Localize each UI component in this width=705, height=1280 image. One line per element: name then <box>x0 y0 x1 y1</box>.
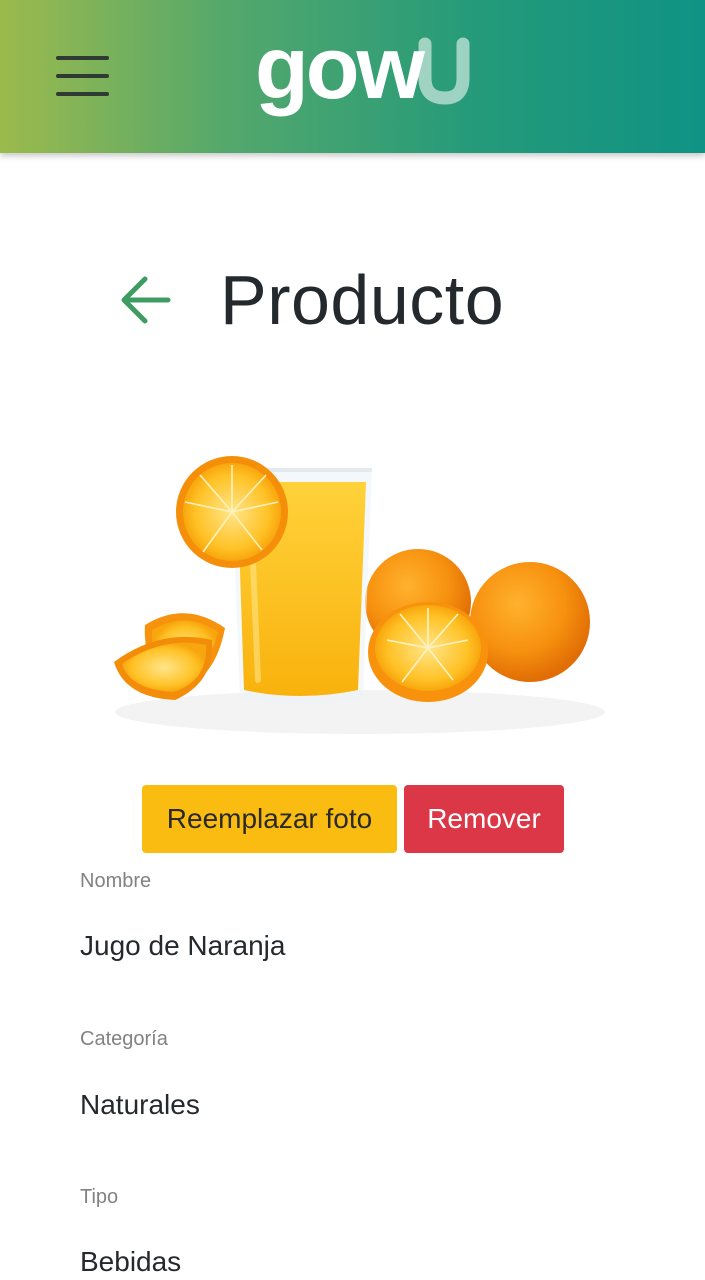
page-title: Producto <box>220 261 505 339</box>
arrow-left-icon <box>121 276 171 324</box>
product-image <box>114 456 605 734</box>
field-label-tipo: Tipo <box>80 1186 119 1208</box>
hamburger-menu-icon[interactable] <box>48 46 118 106</box>
gow-logo: gow <box>255 30 470 117</box>
field-value-nombre[interactable]: Jugo de Naranja <box>80 930 285 962</box>
svg-text:gow: gow <box>255 30 426 117</box>
remove-photo-button[interactable]: Remover <box>404 785 564 853</box>
field-value-tipo[interactable]: Bebidas <box>80 1246 181 1278</box>
field-label-nombre: Nombre <box>80 870 152 892</box>
app-header: gow <box>0 0 705 153</box>
field-label-categoria: Categoría <box>80 1028 168 1050</box>
replace-photo-button[interactable]: Reemplazar foto <box>142 785 397 853</box>
field-value-categoria[interactable]: Naturales <box>80 1089 200 1121</box>
back-button[interactable] <box>112 266 182 336</box>
